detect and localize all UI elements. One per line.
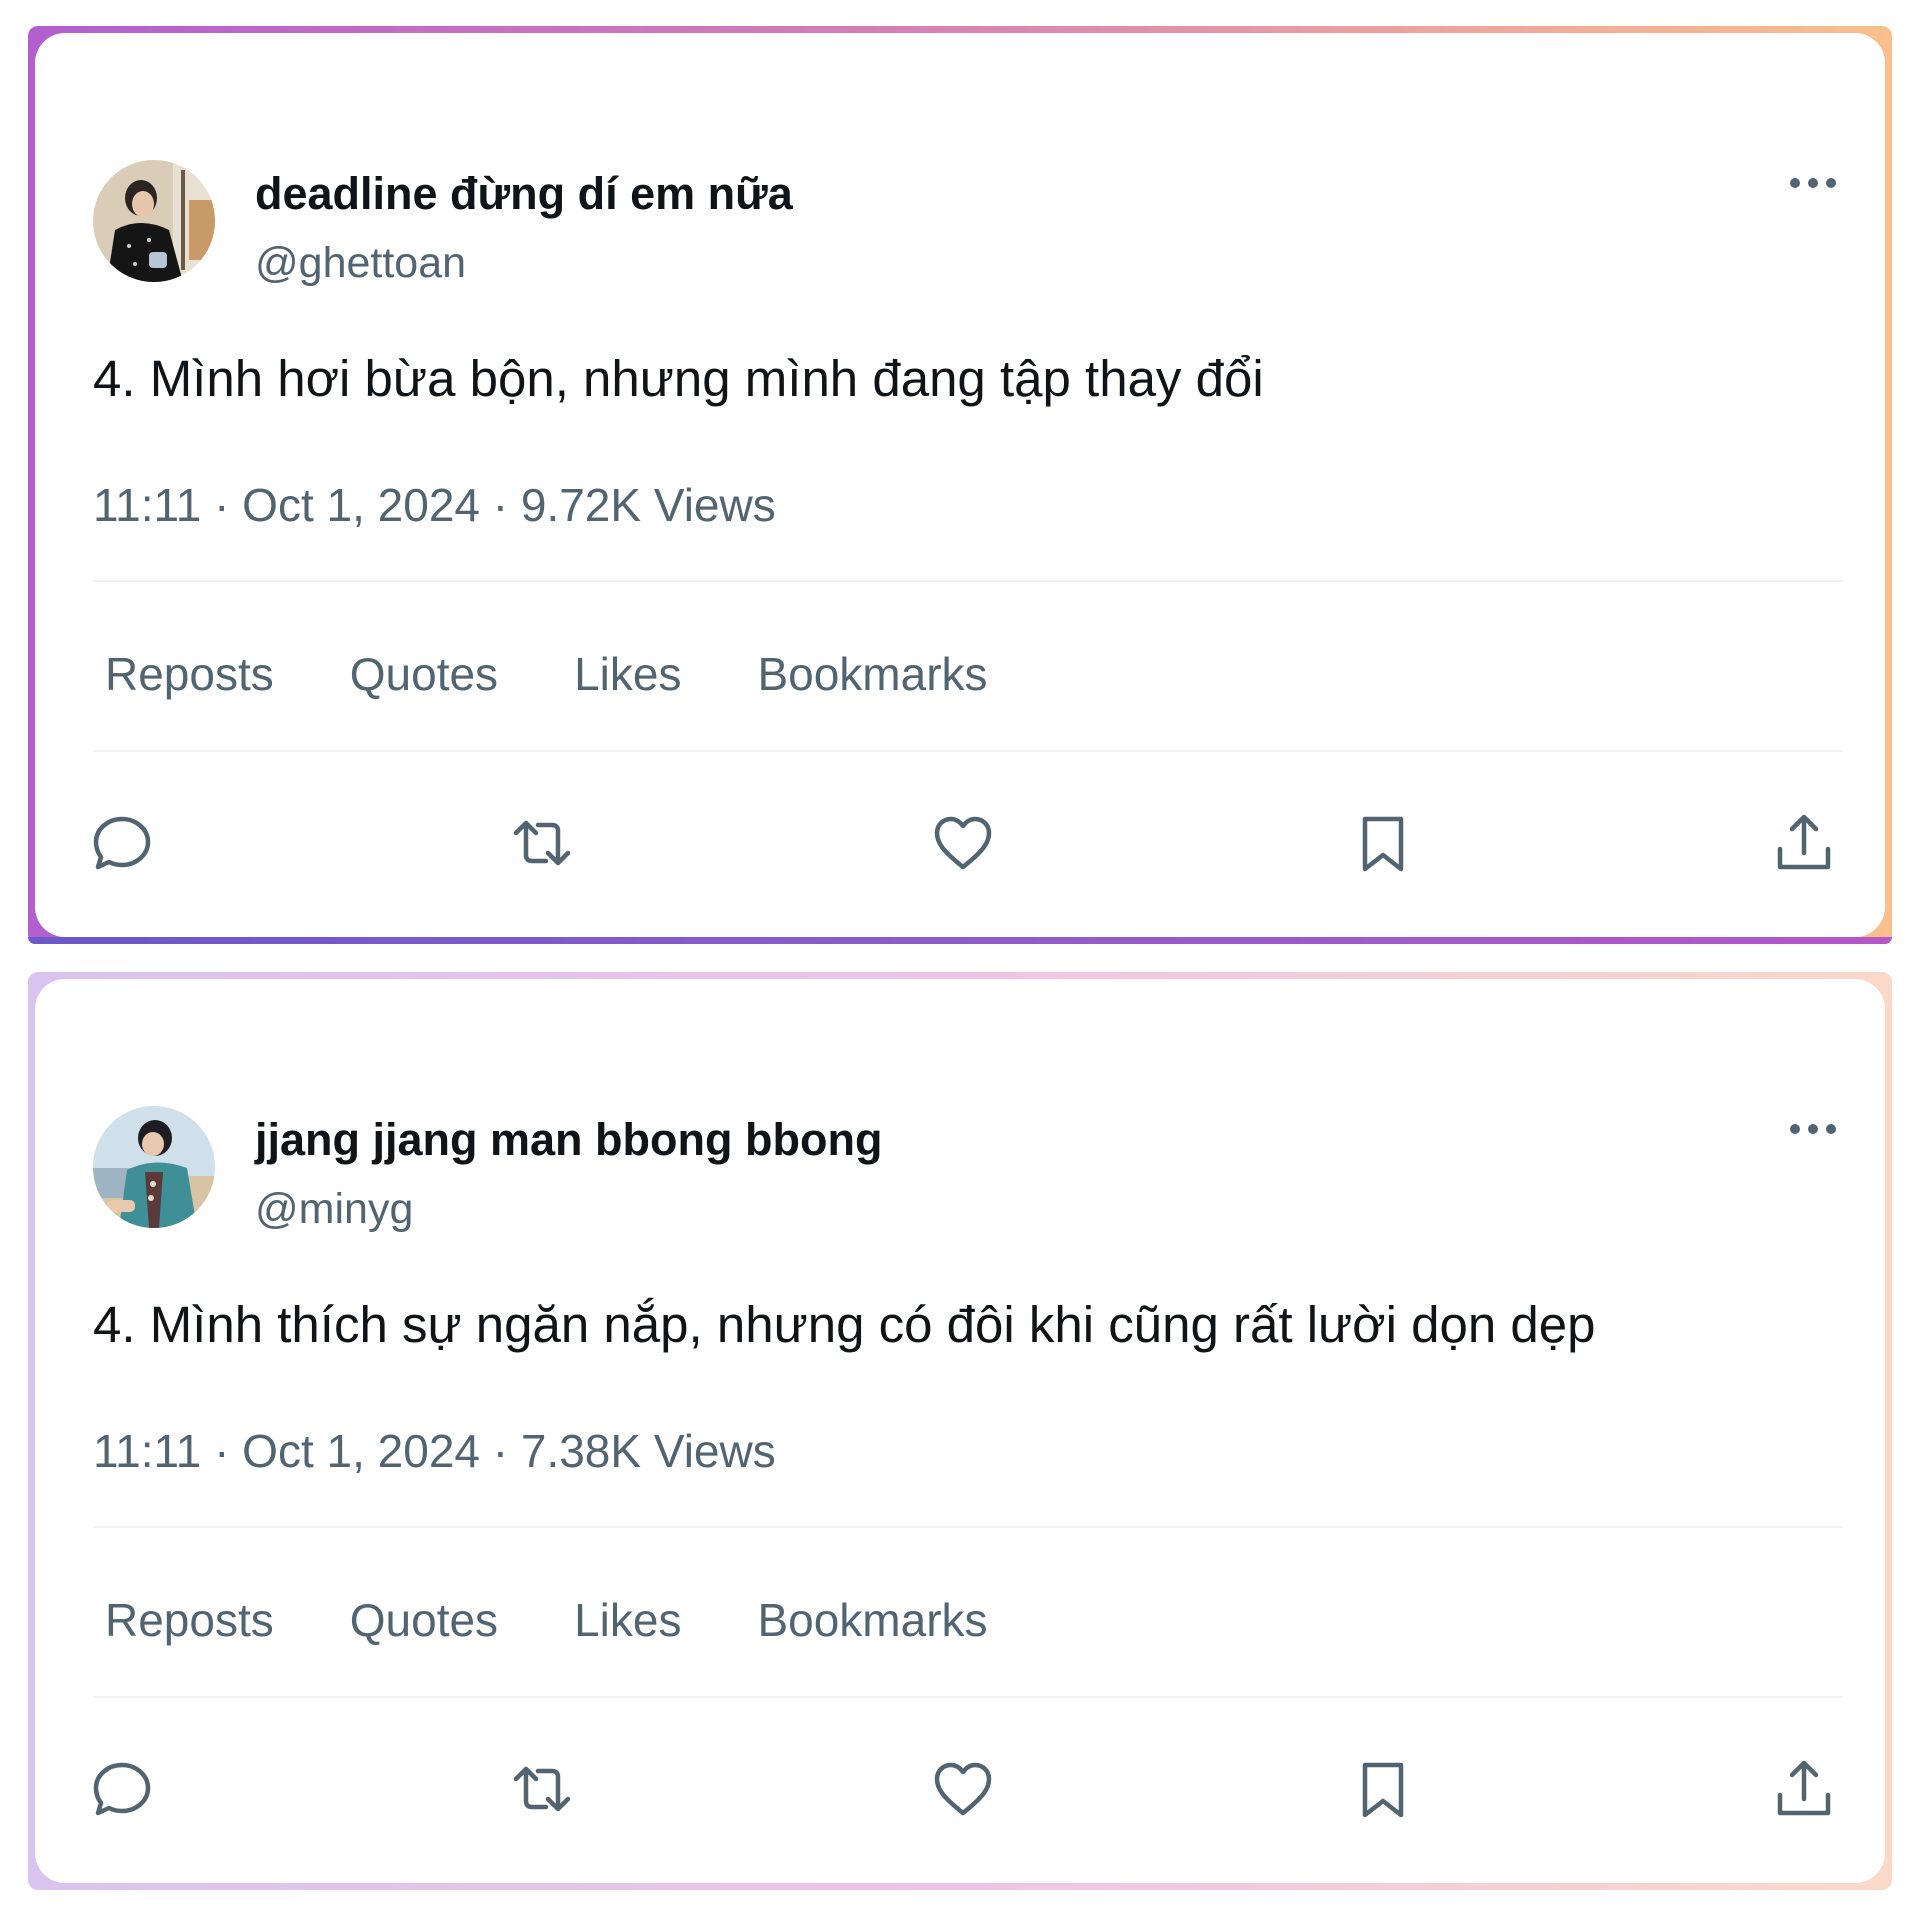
display-name[interactable]: deadline đừng dí em nữa xyxy=(255,168,793,220)
post-card-frame: jjang jjang man bbong bbong @minyg 4. Mì… xyxy=(28,972,1892,1890)
quotes-link[interactable]: Quotes xyxy=(350,647,498,701)
avatar[interactable] xyxy=(93,1106,215,1228)
reply-icon[interactable] xyxy=(90,1757,154,1821)
quotes-link[interactable]: Quotes xyxy=(350,1593,498,1647)
post-meta: 11:11 · Oct 1, 2024 · 7.38K Views xyxy=(93,1425,776,1477)
engagement-stats: Reposts Quotes Likes Bookmarks xyxy=(105,647,988,701)
divider xyxy=(93,580,1843,582)
reposts-link[interactable]: Reposts xyxy=(105,1593,274,1647)
bookmarks-link[interactable]: Bookmarks xyxy=(757,647,987,701)
likes-link[interactable]: Likes xyxy=(574,1593,681,1647)
post-card: deadline đừng dí em nữa @ghettoan 4. Mìn… xyxy=(35,33,1885,937)
bookmarks-link[interactable]: Bookmarks xyxy=(757,1593,987,1647)
more-horizontal-icon[interactable] xyxy=(1787,1119,1839,1139)
repost-icon[interactable] xyxy=(510,1757,574,1821)
bookmark-icon[interactable] xyxy=(1351,811,1415,875)
reply-icon[interactable] xyxy=(90,811,154,875)
post-card: jjang jjang man bbong bbong @minyg 4. Mì… xyxy=(35,979,1885,1883)
share-icon[interactable] xyxy=(1772,1757,1836,1821)
divider xyxy=(93,750,1843,752)
user-handle[interactable]: @minyg xyxy=(255,1185,413,1234)
post-text: 4. Mình thích sự ngăn nắp, nhưng có đôi … xyxy=(93,1296,1596,1353)
likes-link[interactable]: Likes xyxy=(574,647,681,701)
heart-icon[interactable] xyxy=(931,1757,995,1821)
post-meta: 11:11 · Oct 1, 2024 · 9.72K Views xyxy=(93,479,776,531)
bookmark-icon[interactable] xyxy=(1351,1757,1415,1821)
display-name[interactable]: jjang jjang man bbong bbong xyxy=(255,1114,882,1166)
post-text: 4. Mình hơi bừa bộn, nhưng mình đang tập… xyxy=(93,350,1264,407)
divider xyxy=(93,1526,1843,1528)
post-card-frame: deadline đừng dí em nữa @ghettoan 4. Mìn… xyxy=(28,26,1892,944)
user-handle[interactable]: @ghettoan xyxy=(255,239,466,288)
avatar[interactable] xyxy=(93,160,215,282)
reposts-link[interactable]: Reposts xyxy=(105,647,274,701)
heart-icon[interactable] xyxy=(931,811,995,875)
engagement-stats: Reposts Quotes Likes Bookmarks xyxy=(105,1593,988,1647)
repost-icon[interactable] xyxy=(510,811,574,875)
share-icon[interactable] xyxy=(1772,811,1836,875)
divider xyxy=(93,1696,1843,1698)
more-horizontal-icon[interactable] xyxy=(1787,173,1839,193)
